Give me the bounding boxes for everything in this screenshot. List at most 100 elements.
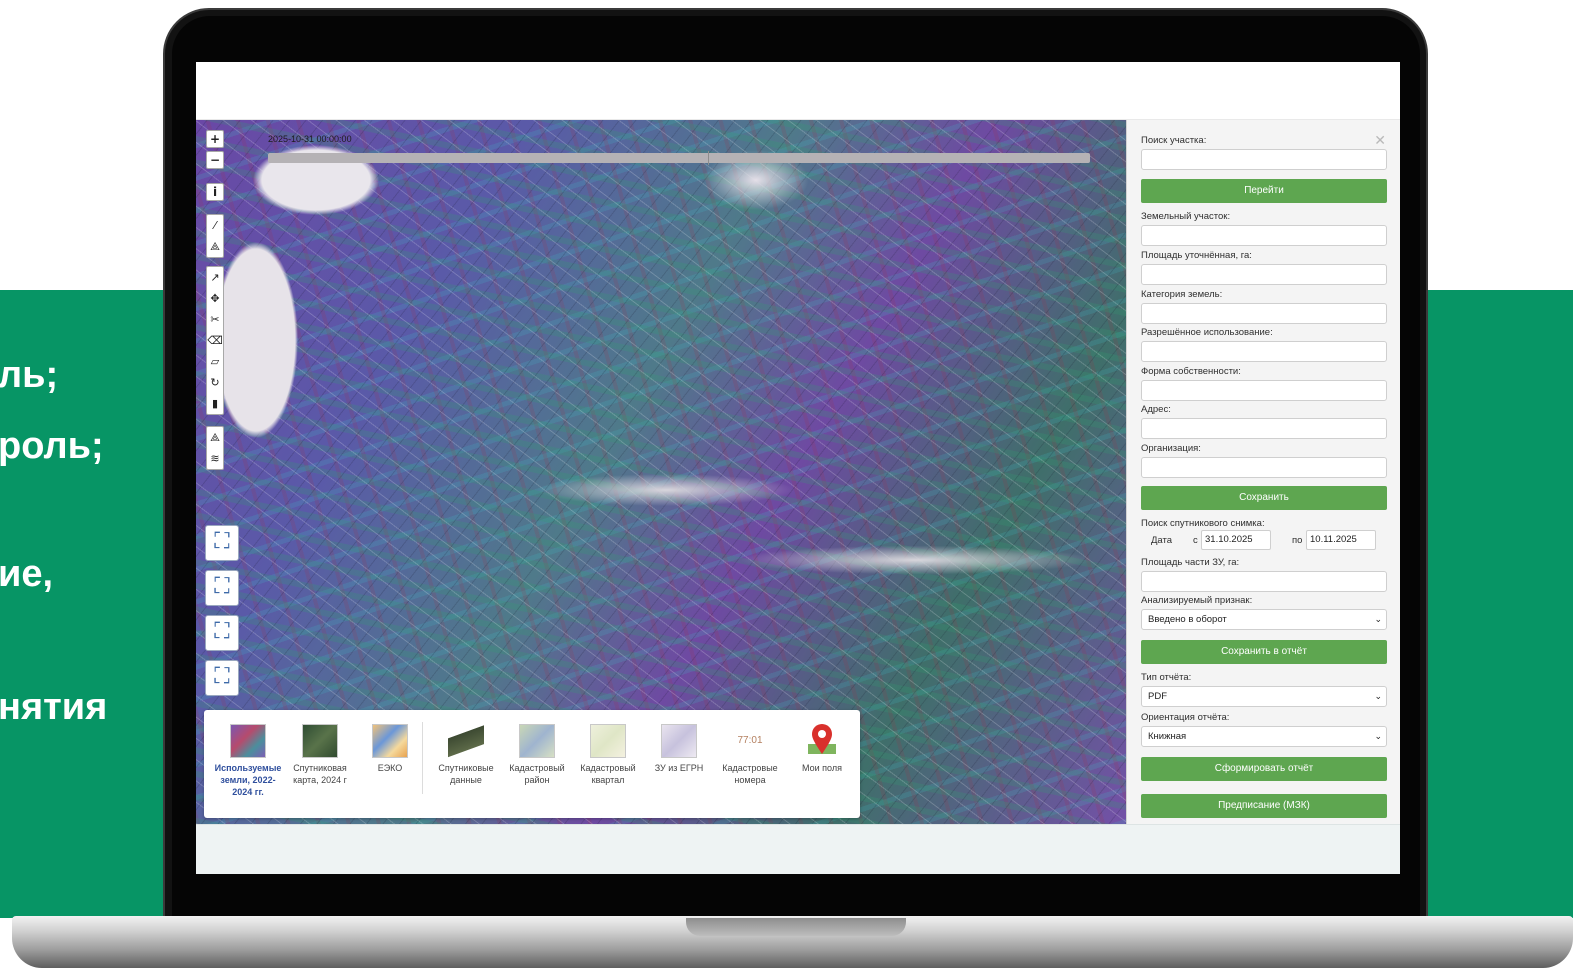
feature-select-value: Введено в оборот	[1148, 614, 1227, 625]
allowed-use-field[interactable]	[1141, 341, 1387, 362]
area-field[interactable]	[1141, 264, 1387, 285]
search-label: Поиск участка:	[1141, 135, 1207, 146]
date-to-input[interactable]: 10.11.2025	[1306, 530, 1376, 550]
laptop-notch	[686, 918, 906, 936]
extra-tools: ⟁ ≋	[206, 426, 224, 470]
cut-icon[interactable]: ✂	[207, 309, 223, 330]
promo-text-line-4: нятия	[0, 686, 108, 728]
promo-text-line-1: ль;	[0, 354, 59, 396]
eeko-thumbnail	[372, 724, 408, 758]
part-area-label: Площадь части ЗУ, га:	[1141, 557, 1240, 568]
egrn-parcels-thumbnail	[661, 724, 697, 758]
save-button[interactable]: Сохранить	[1141, 486, 1387, 510]
satellite-data-thumbnail	[448, 724, 484, 758]
field-marker-button-2[interactable]: ⛶	[205, 570, 239, 606]
date-range-row: Дата с 31.10.2025 по 10.11.2025	[1141, 530, 1387, 552]
edit-tools: ↗ ✥ ✂ ⌫ ⏥ ↻ ▮	[206, 266, 224, 415]
date-label: Дата	[1151, 535, 1173, 546]
orientation-select[interactable]: Книжная ⌄	[1141, 726, 1387, 747]
allowed-use-label: Разрешённое использование:	[1141, 327, 1273, 338]
layer-eeko[interactable]: ЕЭКО	[354, 724, 426, 774]
time-slider[interactable]	[268, 151, 1090, 165]
app-footer	[196, 824, 1400, 874]
order-button[interactable]: Предписание (МЗК)	[1141, 794, 1387, 818]
rotate-icon[interactable]: ↻	[207, 372, 223, 393]
organization-field[interactable]	[1141, 457, 1387, 478]
address-field[interactable]	[1141, 418, 1387, 439]
zoom-in-icon: +	[209, 132, 221, 146]
field-marker-icon: ⛶	[214, 619, 230, 644]
ruler-icon[interactable]: ⏥	[207, 351, 223, 372]
ownership-field[interactable]	[1141, 380, 1387, 401]
feature-select[interactable]: Введено в оборот ⌄	[1141, 609, 1387, 630]
promo-text-line-2: роль;	[0, 425, 104, 467]
draw-polygon-icon[interactable]: ⟁	[207, 236, 223, 257]
layer-satellite-map[interactable]: Спутниковая карта, 2024 г	[284, 724, 356, 786]
layer-egrn-parcels[interactable]: ЗУ из ЕГРН	[643, 724, 715, 774]
layer-satellite-data[interactable]: Спутниковые данные	[430, 724, 502, 786]
move-icon[interactable]: ✥	[207, 288, 223, 309]
field-marker-button-3[interactable]: ⛶	[205, 615, 239, 651]
save-to-report-button[interactable]: Сохранить в отчёт	[1141, 640, 1387, 664]
category-label: Категория земель:	[1141, 289, 1223, 300]
layer-switcher: Используемые земли, 2022-2024 гг. Спутни…	[204, 710, 860, 818]
field-marker-button-1[interactable]: ⛶	[205, 525, 239, 561]
ownership-label: Форма собственности:	[1141, 366, 1241, 377]
trash-icon[interactable]: ▮	[207, 393, 223, 414]
parcel-search-input[interactable]	[1141, 149, 1387, 170]
my-fields-pin-icon	[804, 724, 840, 758]
cadastral-district-thumbnail	[519, 724, 555, 758]
layer-cadastral-numbers[interactable]: 77:01 Кадастровые номера	[714, 724, 786, 786]
app-screen: 2025-10-31 00:00:00 + − i ⁄ ⟁ ↗ ✥ ✂ ⌫ ⏥ …	[196, 62, 1400, 874]
feature-label: Анализируемый признак:	[1141, 595, 1253, 606]
satellite-map-thumbnail	[302, 724, 338, 758]
zoom-in-button[interactable]: +	[206, 130, 224, 148]
vertex-edit-icon[interactable]: ↗	[207, 267, 223, 288]
layer-used-lands[interactable]: Используемые земли, 2022-2024 гг.	[212, 724, 284, 798]
app-header	[196, 62, 1400, 120]
promo-text-line-3: ие,	[0, 553, 54, 595]
report-type-select[interactable]: PDF ⌄	[1141, 686, 1387, 707]
satellite-search-label: Поиск спутникового снимка:	[1141, 518, 1265, 529]
parcel-sidebar: ✕ Поиск участка: Перейти Земельный участ…	[1126, 120, 1400, 824]
category-field[interactable]	[1141, 303, 1387, 324]
info-button[interactable]: i	[206, 183, 224, 201]
promo-stage: ль; роль; ие, нятия 2025-10-31 00:00:00 …	[0, 0, 1573, 968]
report-type-value: PDF	[1148, 691, 1167, 702]
address-label: Адрес:	[1141, 404, 1171, 415]
info-icon: i	[212, 185, 218, 199]
date-to-label: по	[1292, 535, 1303, 546]
parcel-field[interactable]	[1141, 225, 1387, 246]
measure-icon[interactable]: ⟁	[207, 427, 223, 448]
orientation-value: Книжная	[1148, 731, 1187, 742]
field-marker-icon: ⛶	[214, 574, 230, 599]
eraser-icon[interactable]: ⌫	[207, 330, 223, 351]
used-lands-thumbnail	[230, 724, 266, 758]
field-marker-icon: ⛶	[214, 664, 230, 689]
chevron-down-icon: ⌄	[1374, 731, 1382, 741]
layer-my-fields[interactable]: Мои поля	[786, 724, 858, 774]
part-area-field[interactable]	[1141, 571, 1387, 592]
area-label: Площадь уточнённая, га:	[1141, 250, 1252, 261]
layer-cadastral-district[interactable]: Кадастровый район	[501, 724, 573, 786]
parcel-label: Земельный участок:	[1141, 211, 1231, 222]
report-type-label: Тип отчёта:	[1141, 672, 1192, 683]
draw-line-icon[interactable]: ⁄	[207, 215, 223, 236]
chevron-down-icon: ⌄	[1374, 614, 1382, 624]
zoom-out-icon: −	[209, 153, 221, 167]
make-report-button[interactable]: Сформировать отчёт	[1141, 757, 1387, 781]
map-timestamp: 2025-10-31 00:00:00	[268, 134, 352, 144]
orientation-label: Ориентация отчёта:	[1141, 712, 1230, 723]
cadastral-quarter-thumbnail	[590, 724, 626, 758]
layers-stack-icon[interactable]: ≋	[207, 448, 223, 469]
field-marker-icon: ⛶	[214, 529, 230, 554]
date-from-input[interactable]: 31.10.2025	[1201, 530, 1271, 550]
time-slider-handle[interactable]	[708, 151, 709, 165]
close-icon[interactable]: ✕	[1374, 132, 1386, 149]
layer-cadastral-quarter[interactable]: Кадастровый квартал	[572, 724, 644, 786]
field-marker-button-4[interactable]: ⛶	[205, 660, 239, 696]
draw-tools: ⁄ ⟁	[206, 214, 224, 258]
zoom-out-button[interactable]: −	[206, 151, 224, 169]
go-button[interactable]: Перейти	[1141, 179, 1387, 203]
layer-separator	[422, 722, 423, 794]
